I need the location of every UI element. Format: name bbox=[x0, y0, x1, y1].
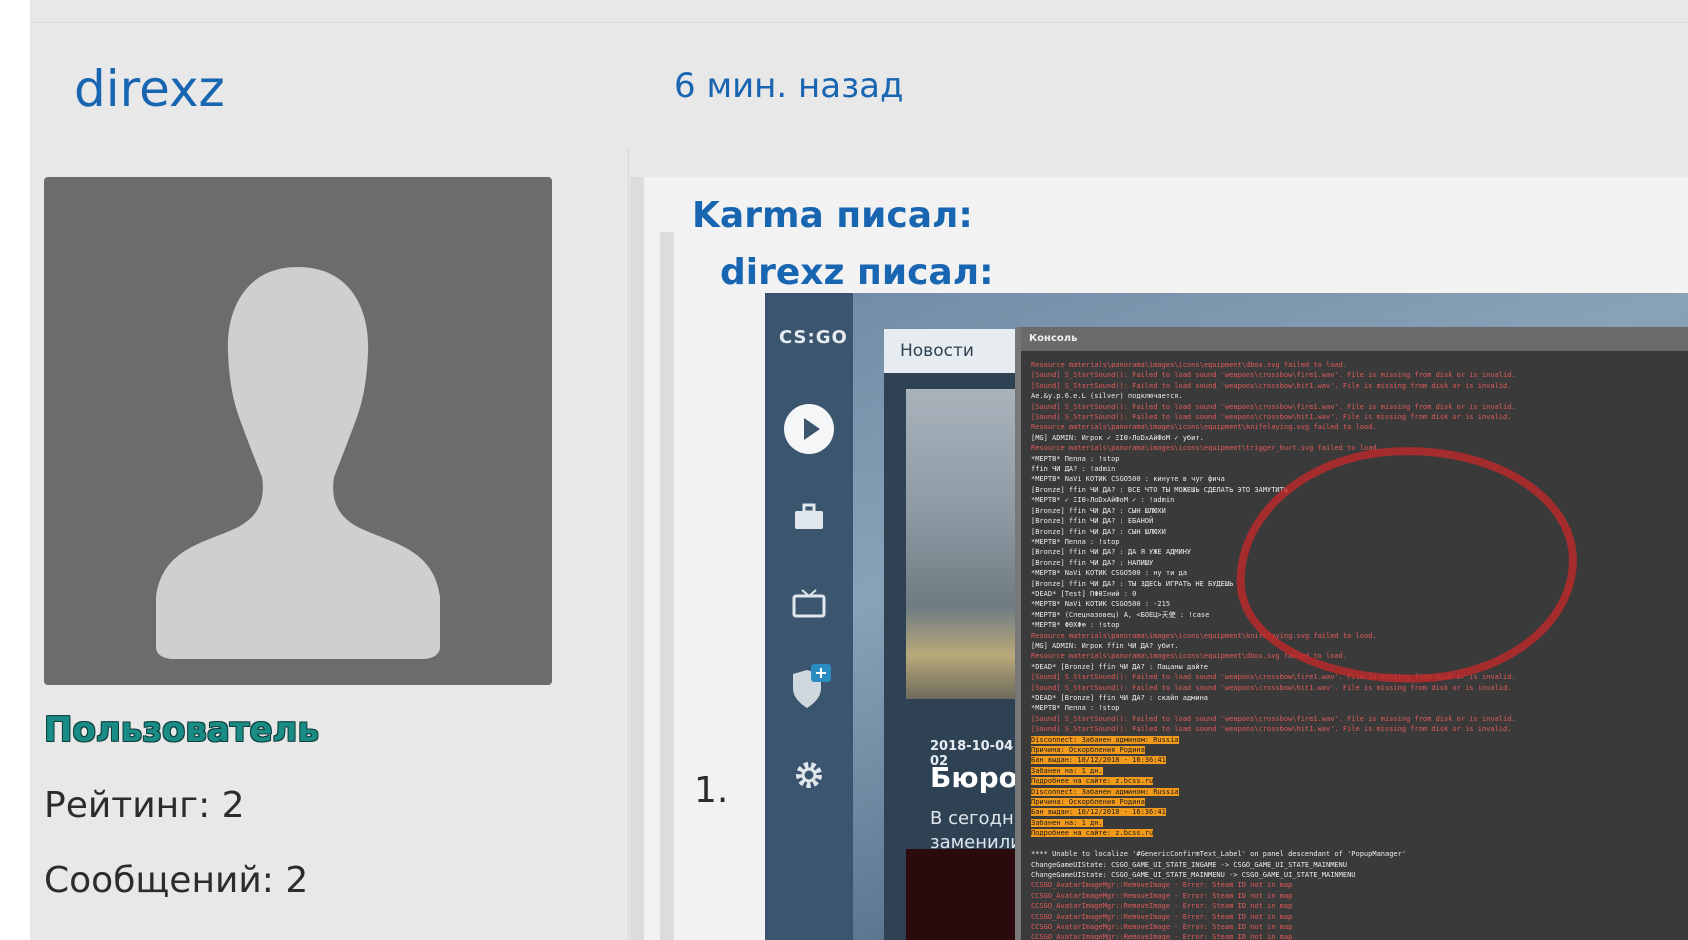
play-icon bbox=[783, 403, 835, 455]
briefcase-icon bbox=[783, 491, 835, 543]
console-line-text: Забанен на: 1 дн. bbox=[1031, 766, 1103, 775]
console-line-text: Подробнее на сайте: z.bcss.ru bbox=[1031, 829, 1154, 838]
console-line: Причина: Оскорбления Родина bbox=[1031, 745, 1681, 755]
console-line: [Sound] S_StartSound(): Failed to load s… bbox=[1031, 381, 1512, 390]
console-line: Resource materials\panorama\images\icons… bbox=[1031, 423, 1377, 432]
console-line: [Bronze] ffin ЧИ ДА? : НАПИШУ bbox=[1031, 558, 1154, 567]
console-line-text: Disconnect: Забанен админом: Russia bbox=[1031, 787, 1179, 796]
console-line: Resource materials\panorama\images\icons… bbox=[1031, 652, 1348, 661]
user-silhouette-icon bbox=[156, 267, 440, 659]
console-line: [Sound] S_StartSound(): Failed to load s… bbox=[1031, 371, 1516, 380]
console-line-text: Подробнее на сайте: z.bcss.ru bbox=[1031, 777, 1154, 786]
console-line: CCSGO_AvatarImageMgr::RemoveImage - Erro… bbox=[1031, 922, 1293, 931]
console-line-text: Бан выдан: 10/12/2018 - 16:36:41 bbox=[1031, 808, 1166, 817]
console-line: *МЕРТВ* NaVi КОТИК CSGO500 : ну ти да bbox=[1031, 569, 1187, 578]
gear-icon bbox=[783, 749, 835, 801]
console-line: [Sound] S_StartSound(): Failed to load s… bbox=[1031, 413, 1512, 422]
console-line: *МЕРТВ* ✓ ΞΙΘ›ЛоDхАйФоМ ✓ : !admin bbox=[1031, 496, 1175, 505]
console-line: [MG] ADMIN: Игрок ✓ ΞΙΘ›ЛоDхАйФоМ ✓ убит… bbox=[1031, 433, 1204, 442]
avatar[interactable] bbox=[44, 177, 552, 685]
console-line: Ae.&y.p.6.e.L (silver) подключается. bbox=[1031, 392, 1183, 401]
user-message-count: Сообщений: 2 bbox=[44, 860, 309, 901]
quote-outer-header[interactable]: Karma писал: bbox=[692, 195, 973, 236]
console-line: Resource materials\panorama\images\icons… bbox=[1031, 444, 1381, 453]
console-line: *DEAD* [Bronze] ffin ЧИ ДА? : Пацаны дай… bbox=[1031, 662, 1209, 671]
console-line: Disconnect: Забанен админом: Russia bbox=[1031, 787, 1681, 797]
csgo-side-rail: CS:GO bbox=[765, 293, 853, 940]
console-line-text: Причина: Оскорбления Родина bbox=[1031, 798, 1145, 807]
console-line: CCSGO_AvatarImageMgr::RemoveImage - Erro… bbox=[1031, 881, 1293, 890]
console-line: ChangeGameUIState: CSGO_GAME_UI_STATE_MA… bbox=[1031, 870, 1356, 879]
console-line: CCSGO_AvatarImageMgr::RemoveImage - Erro… bbox=[1031, 891, 1293, 900]
console-line: [Bronze] ffin ЧИ ДА? : ТЫ ЗДЕСЬ ИГРАТЬ Н… bbox=[1031, 579, 1234, 588]
console-line: *МЕРТВ* (Спецназовец) A, <БОЕЦ>天使 : !cas… bbox=[1031, 610, 1210, 619]
console-line: [Bronze] ffin ЧИ ДА? : СЫН ШЛЮХИ bbox=[1031, 527, 1166, 536]
console-line: Подробнее на сайте: z.bcss.ru bbox=[1031, 828, 1681, 838]
console-line: *МЕРТВ* Пепла : !stop bbox=[1031, 704, 1120, 713]
console-line: Resource materials\panorama\images\icons… bbox=[1031, 361, 1348, 369]
console-line-text: Забанен на: 1 дн. bbox=[1031, 818, 1103, 827]
post-time-link[interactable]: 6 мин. назад bbox=[674, 66, 904, 106]
console-line: **** Unable to localize '#GenericConfirm… bbox=[1031, 850, 1407, 859]
console-line: ChangeGameUIState: CSGO_GAME_UI_STATE_IN… bbox=[1031, 860, 1348, 869]
tv-icon bbox=[783, 577, 835, 629]
console-line: *МЕРТВ* Пепла : !stop bbox=[1031, 454, 1120, 463]
console-line: [MG] ADMIN: Игрок ffin ЧИ ДА? убит. bbox=[1031, 641, 1179, 650]
console-line: ffin ЧИ ДА? : !admin bbox=[1031, 465, 1116, 474]
user-role: Пользователь bbox=[44, 710, 319, 750]
console-line: *МЕРТВ* Пепла : !stop bbox=[1031, 537, 1120, 546]
console-line: [Sound] S_StartSound(): Failed to load s… bbox=[1031, 683, 1512, 692]
console-line: Подробнее на сайте: z.bcss.ru bbox=[1031, 776, 1681, 786]
console-line: [Bronze] ffin ЧИ ДА? : СЫН ШЛЮХИ bbox=[1031, 506, 1166, 515]
quote-inner-header[interactable]: direxz писал: bbox=[720, 252, 993, 293]
csgo-logo: CS:GO bbox=[779, 327, 848, 348]
console-line-text: Disconnect: Забанен админом: Russia bbox=[1031, 735, 1179, 744]
console-line: Resource materials\panorama\images\icons… bbox=[1031, 631, 1377, 640]
console-line: Бан выдан: 10/12/2018 - 16:36:41 bbox=[1031, 807, 1681, 817]
column-divider bbox=[628, 148, 629, 940]
console-line: [Bronze] ffin ЧИ ДА? : ДА Я УЖЕ АДМИНУ bbox=[1031, 548, 1192, 557]
attached-screenshot[interactable]: CS:GO Новости 2018-10-04 02 Бюро В сегод… bbox=[765, 293, 1688, 940]
news-title: Бюро bbox=[930, 761, 1018, 794]
shield-icon bbox=[783, 661, 835, 713]
news-header: Новости bbox=[884, 329, 1024, 373]
console-line-text: Причина: Оскорбления Родина bbox=[1031, 746, 1145, 755]
list-number: 1. bbox=[694, 770, 729, 811]
console-line: Забанен на: 1 дн. bbox=[1031, 818, 1681, 828]
console-line: Disconnect: Забанен админом: Russia bbox=[1031, 735, 1681, 745]
console-line: Причина: Оскорбления Родина bbox=[1031, 797, 1681, 807]
console-log: Resource materials\panorama\images\icons… bbox=[1031, 360, 1681, 940]
console-line: [Sound] S_StartSound(): Failed to load s… bbox=[1031, 402, 1516, 411]
user-rating: Рейтинг: 2 bbox=[44, 785, 245, 826]
console-line: CCSGO_AvatarImageMgr::RemoveImage - Erro… bbox=[1031, 902, 1293, 911]
console-line: *МЕРТВ* NaVi КОТИК CSGO500 : -215 bbox=[1031, 600, 1171, 609]
news-image bbox=[906, 389, 1024, 699]
console-line: CCSGO_AvatarImageMgr::RemoveImage - Erro… bbox=[1031, 912, 1293, 921]
console-line: *МЕРТВ* ΦΘΧΦ⊕ : !stop bbox=[1031, 621, 1120, 630]
console-line: [Bronze] ffin ЧИ ДА? : ВСЕ ЧТО ТЫ МОЖЕШЬ… bbox=[1031, 485, 1289, 494]
console-line: [Sound] S_StartSound(): Failed to load s… bbox=[1031, 714, 1516, 723]
console-line: [Sound] S_StartSound(): Failed to load s… bbox=[1031, 725, 1512, 734]
console-line: Бан выдан: 10/12/2018 - 16:36:41 bbox=[1031, 755, 1681, 765]
news-image-2 bbox=[906, 849, 1024, 940]
console-line-text: Бан выдан: 10/12/2018 - 16:36:41 bbox=[1031, 756, 1166, 765]
console-line: [Sound] S_StartSound(): Failed to load s… bbox=[1031, 673, 1516, 682]
console-line: *МЕРТВ* NaVi КОТИК CSGO500 : кинуте в чу… bbox=[1031, 475, 1225, 484]
news-panel: Новости 2018-10-04 02 Бюро В сегодня зам… bbox=[884, 329, 1025, 940]
console-title: Консоль bbox=[1021, 327, 1688, 351]
console-line: Забанен на: 1 дн. bbox=[1031, 766, 1681, 776]
author-name-link[interactable]: direxz bbox=[74, 60, 225, 118]
console-line: *DEAD* [Bronze] ffin ЧИ ДА? : скайп адми… bbox=[1031, 694, 1209, 702]
console-line: *DEAD* [Test] ΠΦθΞний : 0 bbox=[1031, 589, 1137, 598]
console-window: Консоль Resource materials\panorama\imag… bbox=[1015, 327, 1688, 940]
console-line: [Bronze] ffin ЧИ ДА? : ЕБАНОЙ bbox=[1031, 517, 1154, 526]
console-line: CCSGO_AvatarImageMgr::RemoveImage - Erro… bbox=[1031, 933, 1293, 940]
divider bbox=[30, 22, 1688, 23]
